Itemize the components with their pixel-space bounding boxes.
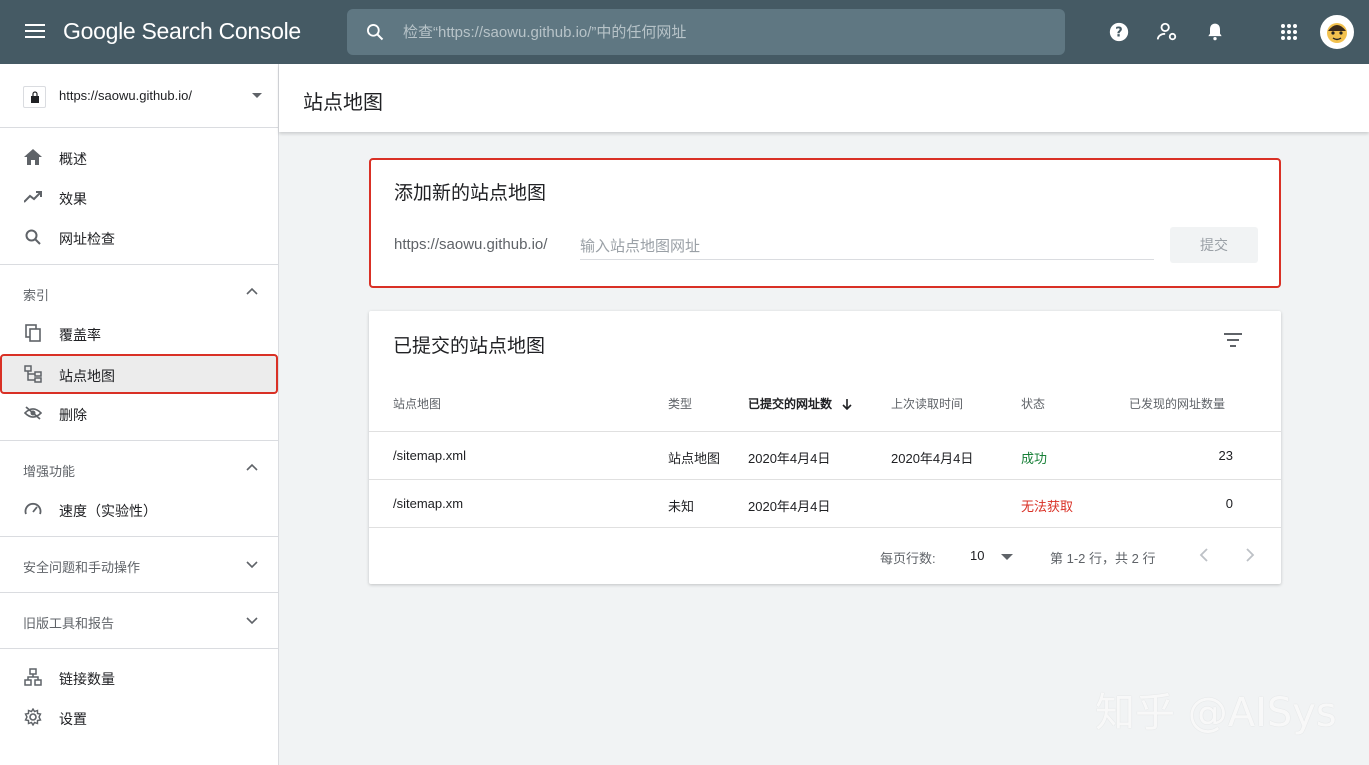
column-header-type[interactable]: 类型 <box>668 395 692 412</box>
filter-icon[interactable] <box>1221 333 1245 353</box>
sitemap-url-prefix: https://saowu.github.io/ <box>394 236 548 253</box>
sidebar-item-label: 站点地图 <box>59 368 115 384</box>
status-badge: 成功 <box>1021 451 1048 466</box>
sidebar-item-coverage[interactable]: 覆盖率 <box>0 313 278 353</box>
sitemap-url-input[interactable] <box>580 234 1154 260</box>
section-legacy-tools[interactable]: 旧版工具和报告 <box>0 593 278 649</box>
sitemap-icon <box>23 364 43 384</box>
chevron-down-icon[interactable] <box>1001 554 1013 560</box>
divider <box>369 527 1281 528</box>
gear-icon <box>23 707 43 727</box>
search-icon <box>23 227 43 247</box>
sidebar-item-label: 网址检查 <box>59 231 115 247</box>
links-icon <box>23 667 43 687</box>
avatar[interactable] <box>1320 15 1354 49</box>
column-header-submitted[interactable]: 已提交的网址数 <box>748 395 853 412</box>
cell-submitted: 2020年4月4日 <box>748 499 831 514</box>
property-url: https://saowu.github.io/ <box>59 88 192 103</box>
visibility-off-icon <box>23 403 43 423</box>
chevron-down-icon <box>245 613 261 629</box>
search-bar[interactable] <box>347 9 1065 55</box>
speed-icon <box>23 499 43 519</box>
card-title: 添加新的站点地图 <box>394 183 547 204</box>
svg-text:?: ? <box>1115 26 1122 41</box>
cell-submitted: 2020年4月4日 <box>748 451 831 466</box>
watermark: 知乎 @AISys <box>1095 690 1337 736</box>
cell-type: 站点地图 <box>668 451 721 466</box>
section-label: 安全问题和手动操作 <box>23 560 141 575</box>
submitted-sitemaps-card: 已提交的站点地图 站点地图 类型 已提交的网址数 上次读取时间 状态 已发现的网… <box>369 311 1281 584</box>
column-header-discovered[interactable]: 已发现的网址数量 <box>1129 395 1225 412</box>
chevron-up-icon <box>245 285 261 301</box>
rows-per-page-select[interactable]: 10 <box>970 548 984 563</box>
pagination-range: 第 1-2 行，共 2 行 <box>1050 551 1156 566</box>
sidebar-item-label: 链接数量 <box>59 671 115 687</box>
sidebar-item-links[interactable]: 链接数量 <box>0 657 278 697</box>
cell-sitemap: /sitemap.xm <box>393 496 464 511</box>
property-selector[interactable]: https://saowu.github.io/ <box>0 64 278 128</box>
arrow-down-icon <box>842 399 852 411</box>
chevron-down-icon[interactable] <box>252 93 262 98</box>
page-title: 站点地图 <box>303 92 383 114</box>
card-title: 已提交的站点地图 <box>393 336 546 357</box>
cell-sitemap: /sitemap.xml <box>393 448 466 463</box>
section-label: 旧版工具和报告 <box>23 616 115 631</box>
sidebar-item-label: 覆盖率 <box>59 327 101 343</box>
user-settings-icon[interactable] <box>1151 16 1183 48</box>
sidebar-item-sitemaps[interactable]: 站点地图 <box>0 354 278 394</box>
search-input[interactable] <box>403 23 1043 41</box>
top-app-bar: Google Search Console ? <box>0 0 1369 64</box>
trending-up-icon <box>23 187 43 207</box>
sidebar-item-label: 速度（实验性） <box>59 503 157 519</box>
apps-grid-icon[interactable] <box>1273 16 1305 48</box>
sidebar-item-label: 删除 <box>59 407 87 423</box>
cell-type: 未知 <box>668 499 695 514</box>
sidebar-item-performance[interactable]: 效果 <box>0 177 278 217</box>
section-label: 索引 <box>23 288 50 303</box>
status-badge: 无法获取 <box>1021 499 1074 514</box>
notifications-icon[interactable] <box>1199 16 1231 48</box>
sidebar-item-label: 效果 <box>59 191 87 207</box>
column-header-status[interactable]: 状态 <box>1021 395 1045 412</box>
rows-per-page-label: 每页行数: <box>880 551 936 566</box>
cell-discovered: 23 <box>1218 448 1233 463</box>
sidebar-item-removals[interactable]: 删除 <box>0 393 278 433</box>
page-header: 站点地图 <box>279 64 1369 132</box>
sidebar-item-label: 设置 <box>59 711 87 727</box>
app-logo[interactable]: Google Search Console <box>63 18 301 45</box>
help-icon[interactable]: ? <box>1103 16 1135 48</box>
lock-icon <box>23 86 46 108</box>
chevron-up-icon <box>245 461 261 477</box>
sidebar: https://saowu.github.io/ 概述 效果 网址检查 索引 覆… <box>0 64 279 765</box>
submit-button[interactable]: 提交 <box>1170 227 1258 263</box>
sidebar-item-speed[interactable]: 速度（实验性） <box>0 489 278 529</box>
section-security[interactable]: 安全问题和手动操作 <box>0 537 278 593</box>
search-icon <box>347 9 403 55</box>
copy-icon <box>23 323 43 343</box>
next-page-icon[interactable] <box>1239 545 1259 565</box>
menu-icon[interactable] <box>22 20 48 44</box>
column-header-label: 已提交的网址数 <box>748 397 833 411</box>
sidebar-item-url-inspection[interactable]: 网址检查 <box>0 217 278 257</box>
cell-last-read: 2020年4月4日 <box>891 451 974 466</box>
sidebar-item-overview[interactable]: 概述 <box>0 137 278 177</box>
column-header-last-read[interactable]: 上次读取时间 <box>891 395 963 412</box>
divider <box>369 479 1281 480</box>
column-header-sitemap[interactable]: 站点地图 <box>393 395 441 412</box>
add-sitemap-card: 添加新的站点地图 https://saowu.github.io/ 提交 <box>369 158 1281 288</box>
cell-discovered: 0 <box>1225 496 1233 511</box>
divider <box>0 648 278 649</box>
divider <box>369 431 1281 432</box>
home-icon <box>23 147 43 167</box>
previous-page-icon[interactable] <box>1195 545 1215 565</box>
chevron-down-icon <box>245 557 261 573</box>
sidebar-item-settings[interactable]: 设置 <box>0 697 278 737</box>
section-label: 增强功能 <box>23 464 76 479</box>
sidebar-item-label: 概述 <box>59 151 87 167</box>
